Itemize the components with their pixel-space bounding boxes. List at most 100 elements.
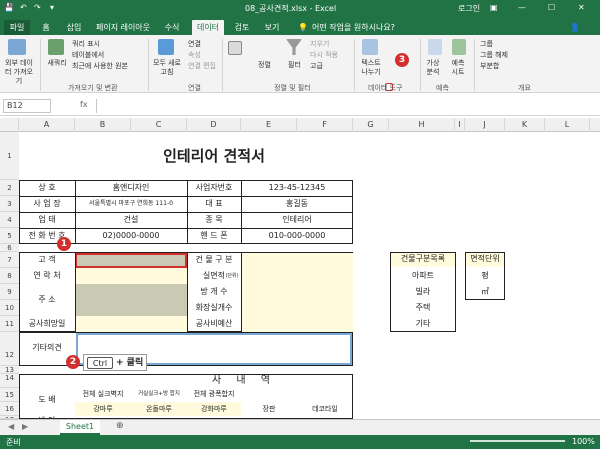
col-header[interactable]: D [187,118,241,132]
floor-opt1[interactable]: 강마루 [75,403,131,415]
text-to-columns-button[interactable]: 텍스트 나누기 [358,59,384,77]
col-header[interactable]: C [131,118,187,132]
row-header[interactable]: 14 [0,374,19,388]
sort-az-icon[interactable] [228,41,242,55]
tab-formulas[interactable]: 수식 [160,20,184,35]
col-header[interactable]: K [505,118,545,132]
col-header[interactable]: F [297,118,353,132]
label-unit[interactable]: (단위) [223,270,241,282]
redo-icon[interactable]: ↷ [34,3,41,12]
label-bizno[interactable]: 사업자번호 [187,182,241,194]
tab-home[interactable]: 홈 [36,20,56,35]
label-mobile[interactable]: 핸 드 폰 [187,230,241,242]
tab-file[interactable]: 파일 [4,20,30,35]
recent-sources-button[interactable]: 최근에 사용한 원본 [72,62,128,71]
contact-cell[interactable] [75,268,187,284]
select-all[interactable] [0,118,19,132]
zoom-slider[interactable] [470,440,565,442]
next-sheet-icon[interactable]: ▶ [22,422,28,431]
refresh-all-icon[interactable] [158,39,174,55]
minimize-button[interactable]: — [518,3,526,12]
floor-opt5[interactable]: 데코타일 [297,403,353,415]
undo-icon[interactable]: ↶ [20,3,27,12]
worksheet-grid[interactable]: 인테리어 견적서 상 호 홈앤디자인 사업자번호 123-45-12345 사 … [19,132,600,419]
address-cell[interactable] [75,284,187,316]
zoom-level[interactable]: 100% [572,437,595,446]
external-data-button[interactable]: 외부 데이터 가져오기 [2,59,36,86]
floor-opt4[interactable]: 장판 [241,403,297,415]
col-header[interactable]: A [19,118,75,132]
fx-icon[interactable]: fx [80,100,88,109]
area-item[interactable]: 평 [466,270,504,282]
row-header[interactable]: 16 [0,402,19,416]
quick-access-dropdown-icon[interactable]: ▾ [50,3,54,12]
label-address-cust[interactable]: 주 소 [19,294,75,306]
row-header[interactable]: 4 [0,212,19,228]
floor-opt2[interactable]: 온돌마루 [131,403,187,415]
tab-page-layout[interactable]: 페이지 레이아웃 [92,20,154,35]
company-name[interactable]: 홈앤디자인 [75,182,187,194]
sheet-tab-sheet1[interactable]: Sheet1 [60,420,100,435]
ribbon-options-icon[interactable]: ▣ [490,3,498,12]
save-icon[interactable]: 💾 [4,3,14,12]
label-rep[interactable]: 대 표 [187,198,241,210]
filter-icon[interactable] [286,39,302,55]
forecast-sheet-button[interactable]: 예측 시트 [448,59,468,77]
col-header[interactable]: I [455,118,465,132]
area-list-header[interactable]: 면적단위 [466,253,504,267]
row-header[interactable]: 7 [0,252,19,268]
refresh-all-button[interactable]: 모두 새로 고침 [152,59,182,77]
new-query-button[interactable]: 새쿼리 [46,59,68,68]
text-to-columns-icon[interactable] [362,39,378,55]
prev-sheet-icon[interactable]: ◀ [8,422,14,431]
tab-insert[interactable]: 삽입 [62,20,86,35]
col-header[interactable]: G [353,118,389,132]
row-header[interactable]: 1 [0,132,19,180]
label-company[interactable]: 상 호 [19,182,75,194]
tab-data[interactable]: 데이터 [192,20,224,35]
tell-me-box[interactable]: 어떤 작업을 원하시나요? [312,20,422,35]
from-table-button[interactable]: 테이블에서 [72,51,104,60]
label-address[interactable]: 사 업 장 [19,198,75,210]
wallpaper-opt3[interactable]: 전체 광폭합지 [187,388,241,400]
label-budget[interactable]: 공사비예산 [187,318,241,330]
forecast-sheet-icon[interactable] [452,39,466,55]
advanced-button[interactable]: 고급 [310,62,323,71]
building-item[interactable]: 빌라 [391,286,455,298]
label-rooms[interactable]: 방 개 수 [187,286,241,298]
building-item[interactable]: 아파트 [391,270,455,282]
wish-date-cell[interactable] [75,316,187,332]
connections-button[interactable]: 연결 [188,40,201,49]
close-button[interactable]: ✕ [578,3,585,12]
label-comments[interactable]: 기타의견 [19,342,75,354]
label-bathrooms[interactable]: 화장실개수 [187,302,241,314]
building-list-header[interactable]: 건물구분목록 [391,253,455,267]
biz-number[interactable]: 123-45-12345 [241,182,353,194]
row-header[interactable]: 11 [0,316,19,332]
row-header[interactable]: 3 [0,196,19,212]
floor-opt3[interactable]: 강화마루 [187,403,241,415]
share-icon[interactable]: 👤 [560,20,590,35]
label-building-type[interactable]: 건 물 구 분 [187,254,241,266]
row-header[interactable]: 12 [0,332,19,366]
col-header[interactable]: L [545,118,590,132]
building-item[interactable]: 기타 [391,318,455,330]
col-header[interactable]: H [389,118,455,132]
label-area[interactable]: 실면적 [187,270,225,282]
col-header[interactable]: J [465,118,505,132]
company-address[interactable]: 서울특별시 마포구 연희동 111-0 [75,198,187,210]
ungroup-button[interactable]: 그룹 해제 [480,51,508,60]
phone[interactable]: 02)0000-0000 [75,230,187,242]
wallpaper-opt1[interactable]: 전체 실크벽지 [75,388,131,400]
what-if-icon[interactable] [428,39,442,55]
wallpaper-opt2[interactable]: 거실실크+방 합지 [131,388,187,400]
name-box[interactable]: B12 [3,99,51,113]
row-header[interactable]: 10 [0,300,19,316]
sign-in-link[interactable]: 로그인 [458,3,480,14]
properties-button[interactable]: 속성 [188,51,201,60]
sort-button[interactable]: 정렬 [258,61,271,70]
new-query-icon[interactable] [48,39,64,55]
representative[interactable]: 홍길동 [241,198,353,210]
row-header[interactable]: 13 [0,366,19,374]
biz-type[interactable]: 건설 [75,214,187,226]
